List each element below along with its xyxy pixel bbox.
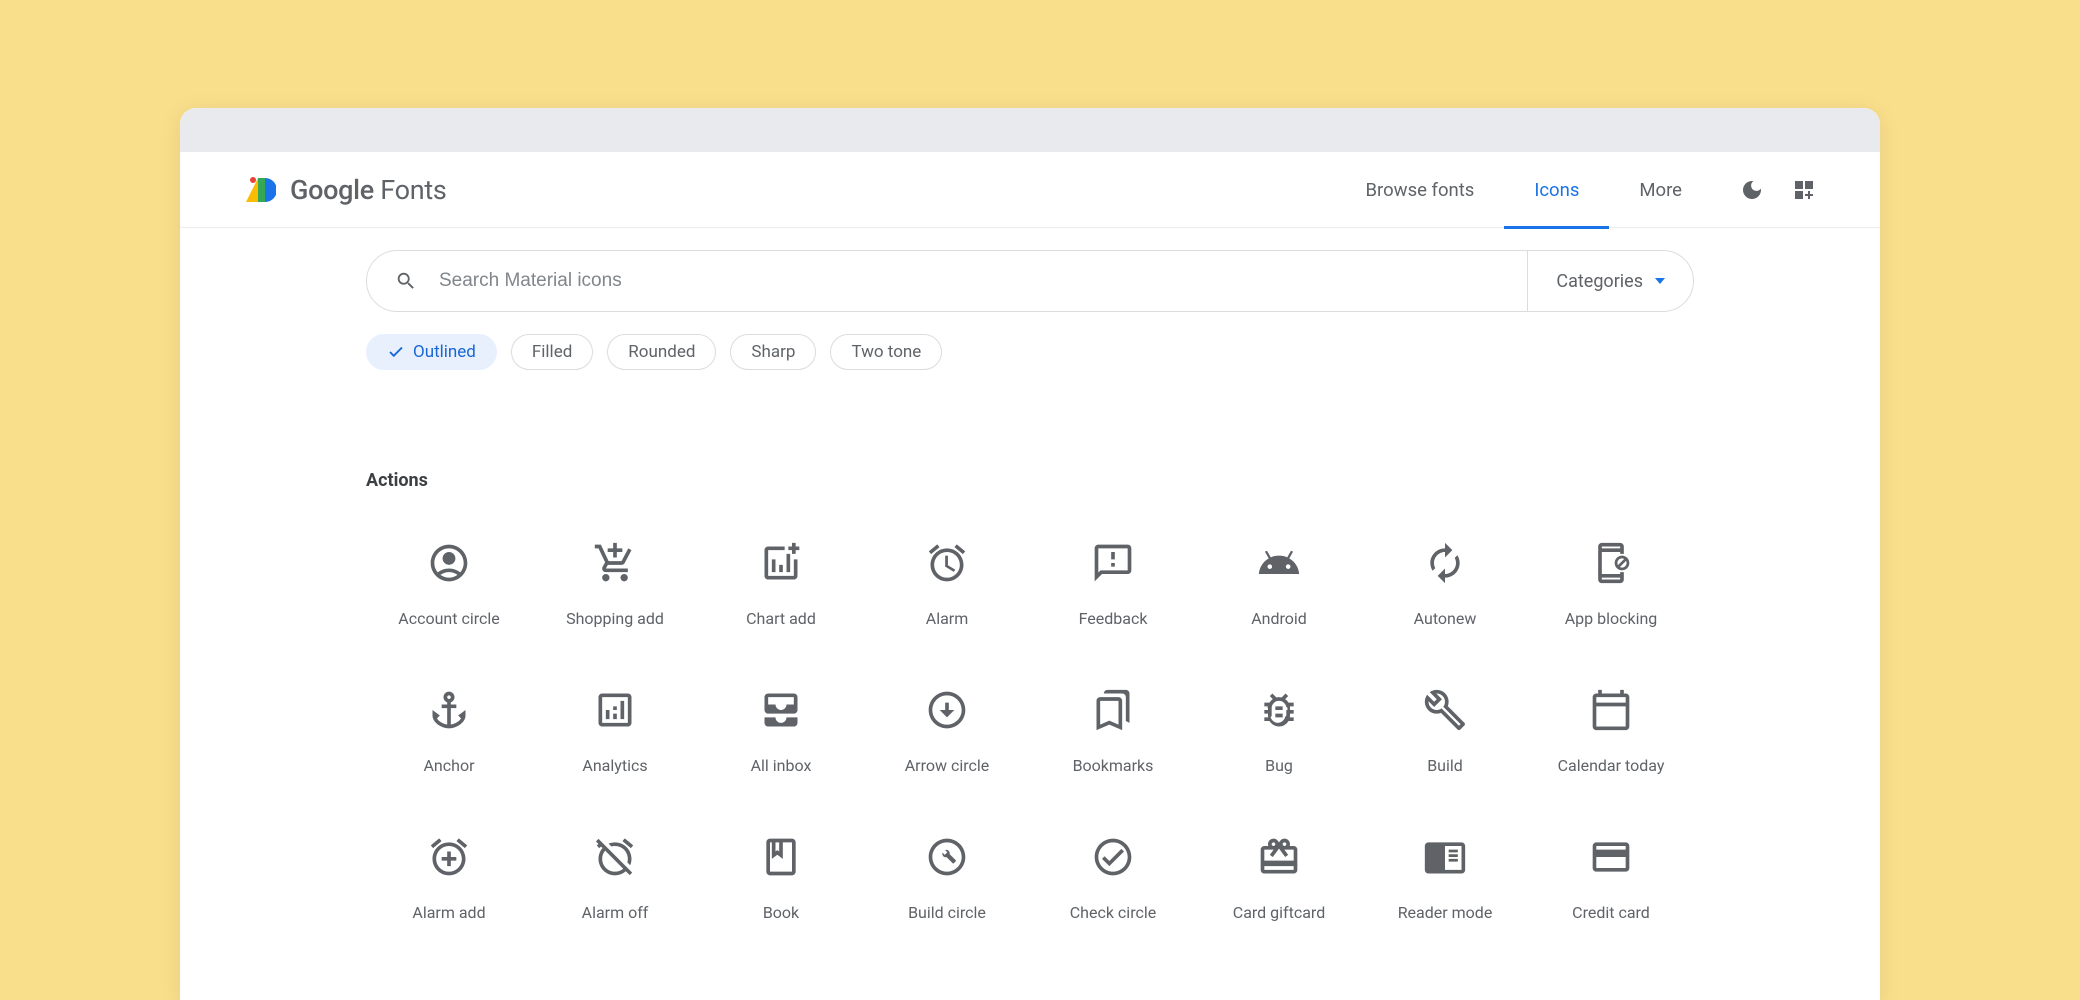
app-header: Google Fonts Browse fonts Icons More — [180, 152, 1880, 228]
nav-icons[interactable]: Icons — [1504, 152, 1609, 228]
icon-item-alarm-add[interactable]: Alarm add — [366, 835, 532, 922]
build-circle-icon — [925, 835, 969, 879]
icon-item-bug[interactable]: Bug — [1196, 688, 1362, 775]
alarm-icon — [925, 541, 969, 585]
categories-dropdown[interactable]: Categories — [1527, 251, 1693, 311]
apps-grid-icon[interactable] — [1792, 178, 1816, 202]
content-area: Categories Outlined Filled Rounded Sharp… — [180, 228, 1880, 922]
icon-item-build-circle[interactable]: Build circle — [864, 835, 1030, 922]
theme-toggle-icon[interactable] — [1740, 178, 1764, 202]
reader-mode-icon — [1423, 835, 1467, 879]
icon-label: All inbox — [751, 756, 812, 775]
icon-label: Chart add — [746, 609, 816, 628]
shopping-add-icon — [593, 541, 637, 585]
autonew-icon — [1423, 541, 1467, 585]
chip-two-tone[interactable]: Two tone — [830, 334, 942, 370]
all-inbox-icon — [759, 688, 803, 732]
bug-icon — [1257, 688, 1301, 732]
icon-label: Shopping add — [566, 609, 664, 628]
credit-card-icon — [1589, 835, 1633, 879]
icon-item-analytics[interactable]: Analytics — [532, 688, 698, 775]
icon-item-build[interactable]: Build — [1362, 688, 1528, 775]
card-giftcard-icon — [1257, 835, 1301, 879]
section-title: Actions — [366, 470, 1694, 491]
icon-label: Autonew — [1414, 609, 1477, 628]
icon-item-card-giftcard[interactable]: Card giftcard — [1196, 835, 1362, 922]
app-blocking-icon — [1589, 541, 1633, 585]
nav-more[interactable]: More — [1609, 152, 1712, 228]
icon-label: Alarm add — [412, 903, 485, 922]
icon-label: Check circle — [1070, 903, 1156, 922]
chip-sharp[interactable]: Sharp — [730, 334, 816, 370]
icon-label: Arrow circle — [905, 756, 990, 775]
icon-label: Bug — [1265, 756, 1293, 775]
icon-item-all-inbox[interactable]: All inbox — [698, 688, 864, 775]
icon-item-anchor[interactable]: Anchor — [366, 688, 532, 775]
icon-item-calendar-today[interactable]: Calendar today — [1528, 688, 1694, 775]
icon-item-reader-mode[interactable]: Reader mode — [1362, 835, 1528, 922]
check-icon — [387, 343, 405, 361]
icon-label: Book — [763, 903, 799, 922]
book-icon — [759, 835, 803, 879]
account-circle-icon — [427, 541, 471, 585]
alarm-off-icon — [593, 835, 637, 879]
icon-item-bookmarks[interactable]: Bookmarks — [1030, 688, 1196, 775]
app-title: Google Fonts — [290, 174, 447, 206]
analytics-icon — [593, 688, 637, 732]
alarm-add-icon — [427, 835, 471, 879]
feedback-icon — [1091, 541, 1135, 585]
icon-item-shopping-add[interactable]: Shopping add — [532, 541, 698, 628]
search-icon — [395, 270, 417, 292]
icon-item-account-circle[interactable]: Account circle — [366, 541, 532, 628]
icon-item-android[interactable]: Android — [1196, 541, 1362, 628]
icon-label: Account circle — [398, 609, 499, 628]
search-bar: Categories — [366, 250, 1694, 312]
icon-label: App blocking — [1565, 609, 1658, 628]
android-icon — [1257, 541, 1301, 585]
google-fonts-logo-icon — [244, 174, 276, 206]
check-circle-icon — [1091, 835, 1135, 879]
icon-item-book[interactable]: Book — [698, 835, 864, 922]
icon-label: Analytics — [582, 756, 647, 775]
icon-item-autonew[interactable]: Autonew — [1362, 541, 1528, 628]
style-chip-row: Outlined Filled Rounded Sharp Two tone — [366, 334, 1694, 370]
icon-label: Bookmarks — [1073, 756, 1154, 775]
icon-item-check-circle[interactable]: Check circle — [1030, 835, 1196, 922]
icon-item-alarm[interactable]: Alarm — [864, 541, 1030, 628]
search-input[interactable] — [417, 251, 1527, 311]
icon-item-arrow-circle[interactable]: Arrow circle — [864, 688, 1030, 775]
bookmarks-icon — [1091, 688, 1135, 732]
icon-label: Build — [1427, 756, 1463, 775]
chevron-down-icon — [1655, 278, 1665, 284]
nav-browse-fonts[interactable]: Browse fonts — [1336, 152, 1505, 228]
icon-label: Anchor — [423, 756, 474, 775]
icon-label: Calendar today — [1558, 756, 1665, 775]
icon-label: Android — [1251, 609, 1307, 628]
icon-label: Alarm off — [582, 903, 649, 922]
arrow-circle-icon — [925, 688, 969, 732]
chip-rounded[interactable]: Rounded — [607, 334, 716, 370]
browser-chrome — [180, 108, 1880, 152]
icon-grid: Account circle Shopping add Chart add Alarm… — [366, 541, 1694, 922]
calendar-today-icon — [1589, 688, 1633, 732]
icon-label: Alarm — [926, 609, 968, 628]
icon-item-chart-add[interactable]: Chart add — [698, 541, 864, 628]
icon-item-app-blocking[interactable]: App blocking — [1528, 541, 1694, 628]
icon-label: Credit card — [1572, 903, 1650, 922]
chart-add-icon — [759, 541, 803, 585]
icon-item-alarm-off[interactable]: Alarm off — [532, 835, 698, 922]
icon-item-credit-card[interactable]: Credit card — [1528, 835, 1694, 922]
icon-label: Build circle — [908, 903, 986, 922]
icon-label: Reader mode — [1398, 903, 1493, 922]
icon-item-feedback[interactable]: Feedback — [1030, 541, 1196, 628]
icon-label: Card giftcard — [1233, 903, 1325, 922]
chip-outlined[interactable]: Outlined — [366, 334, 497, 370]
chip-filled[interactable]: Filled — [511, 334, 593, 370]
anchor-icon — [427, 688, 471, 732]
icon-label: Feedback — [1079, 609, 1148, 628]
build-icon — [1423, 688, 1467, 732]
